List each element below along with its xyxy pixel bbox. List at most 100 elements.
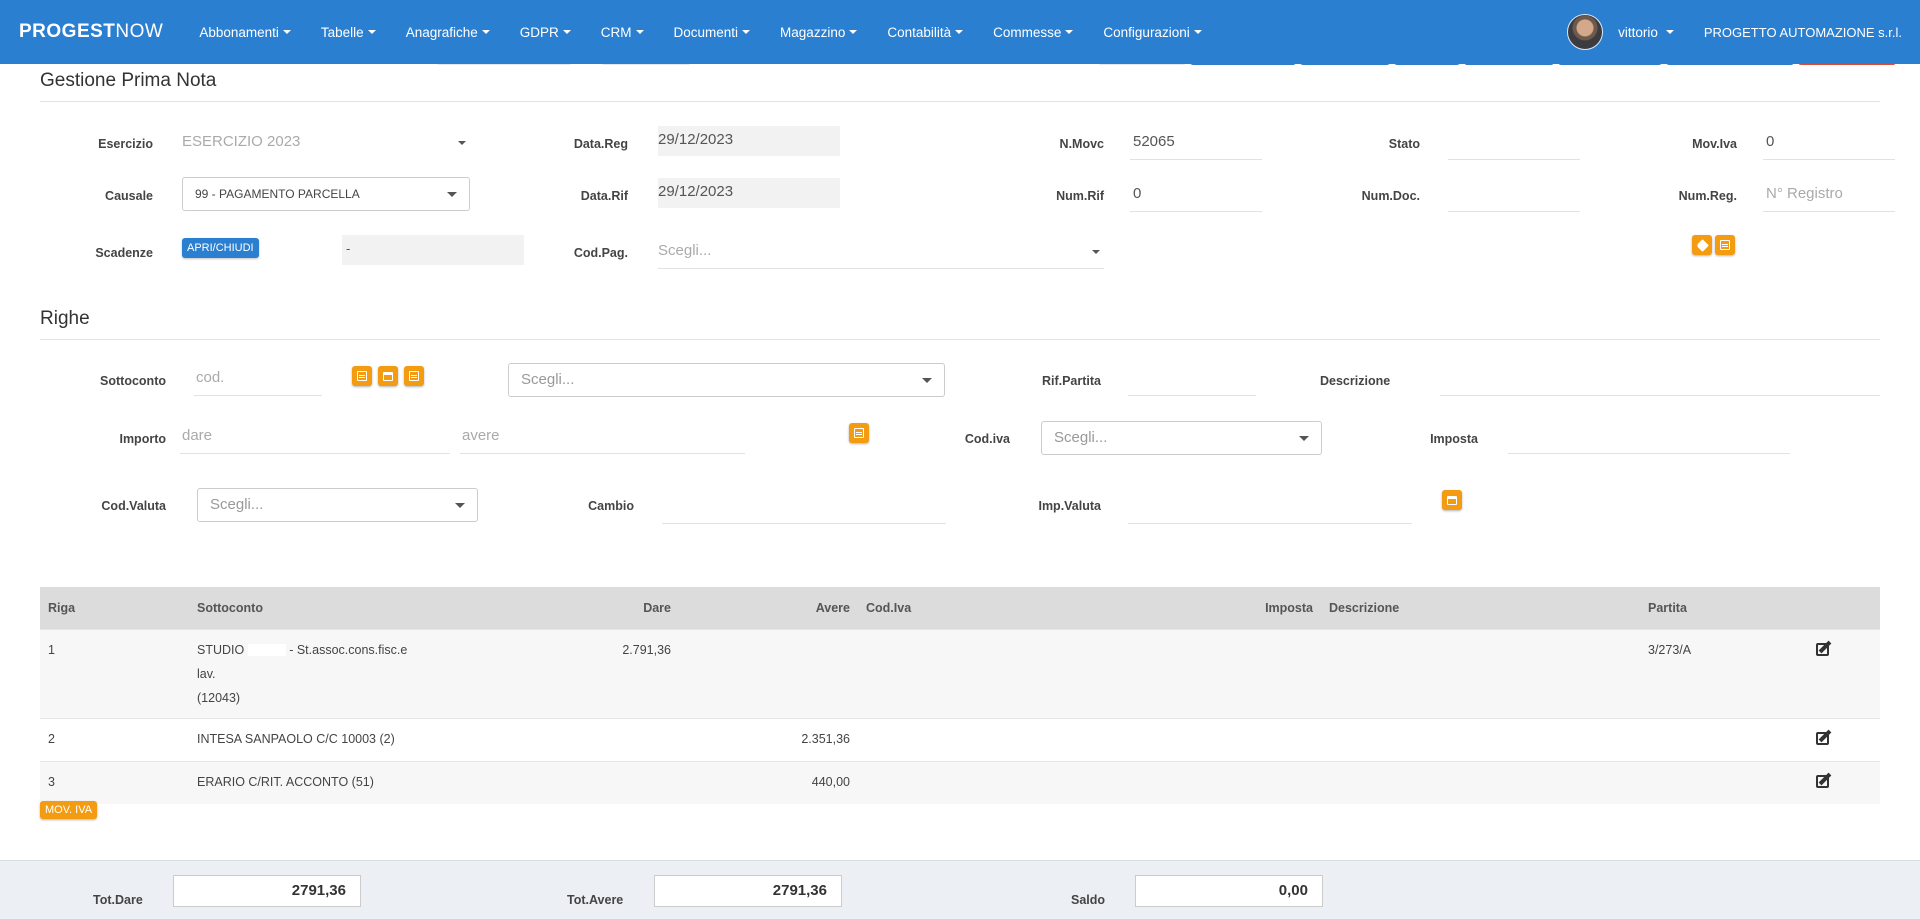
col-avere[interactable]: Avere	[679, 587, 858, 629]
numreg-field[interactable]: N° Registro	[1763, 180, 1895, 212]
stato-field[interactable]	[1448, 128, 1580, 160]
datareg-label: Data.Reg	[573, 137, 628, 151]
descrizione-label: Descrizione	[1320, 374, 1391, 388]
menu-abbonamenti[interactable]: Abbonamenti	[184, 0, 306, 64]
calendar-icon	[383, 371, 393, 381]
col-codiva[interactable]: Cod.Iva	[858, 587, 938, 629]
numdoc-field[interactable]	[1448, 180, 1580, 212]
sottoconto-select[interactable]: Scegli...	[508, 363, 945, 397]
codpag-placeholder: Scegli...	[658, 242, 712, 259]
codpag-select[interactable]: Scegli...	[658, 237, 1104, 269]
tot-avere-label: Tot.Avere	[567, 893, 624, 907]
caret-down-icon	[282, 30, 291, 34]
document-icon	[409, 371, 419, 381]
list-button[interactable]	[352, 366, 372, 386]
menu-documenti[interactable]: Documenti	[659, 0, 766, 64]
table-row[interactable]: 2 INTESA SANPAOLO C/C 10003 (2) 2.351,36	[40, 717, 1880, 761]
avere-field[interactable]: avere	[460, 422, 745, 454]
menu-crm[interactable]: CRM	[586, 0, 659, 64]
menu-magazzino[interactable]: Magazzino	[765, 0, 872, 64]
user-menu[interactable]: vittorio	[1618, 25, 1674, 40]
menu-configurazioni[interactable]: Configurazioni	[1088, 0, 1216, 64]
causale-select[interactable]: 99 - PAGAMENTO PARCELLA	[182, 177, 470, 211]
col-sottoconto[interactable]: Sottoconto	[189, 587, 429, 629]
col-actions	[1808, 587, 1880, 629]
cell-partita: 3/273/A	[1640, 628, 1808, 718]
brand-logo[interactable]: PROGESTNOW	[19, 21, 163, 43]
cell-imposta	[938, 628, 1321, 718]
navbar-right: vittorio PROGETTO AUTOMAZIONE s.r.l.	[1567, 0, 1920, 64]
apri-chiudi-button[interactable]: APRI/CHIUDI	[182, 238, 259, 258]
dare-field[interactable]: dare	[180, 422, 450, 454]
moviva-field[interactable]: 0	[1763, 128, 1895, 160]
mov-iva-button[interactable]: MOV. IVA	[40, 801, 98, 819]
cell-partita	[1640, 717, 1808, 761]
menu-label: Magazzino	[780, 24, 846, 40]
menu-commesse[interactable]: Commesse	[978, 0, 1088, 64]
caret-down-icon	[562, 30, 571, 34]
cell-imposta	[938, 717, 1321, 761]
esercizio-select[interactable]: ESERCIZIO 2023	[182, 128, 470, 160]
brand-bold: PROGEST	[19, 21, 116, 42]
calendar-button[interactable]	[1442, 490, 1462, 510]
datarif-field[interactable]: 29/12/2023	[658, 178, 840, 208]
calendar-button[interactable]	[378, 366, 398, 386]
caret-down-icon	[922, 378, 932, 383]
impvaluta-field[interactable]	[1128, 492, 1412, 524]
cell-descrizione	[1321, 628, 1640, 718]
saldo-field[interactable]: 0,00	[1135, 875, 1323, 907]
col-imposta[interactable]: Imposta	[938, 587, 1321, 629]
edit-icon[interactable]	[1816, 772, 1834, 788]
imposta-label: Imposta	[1430, 432, 1478, 446]
menu-gdpr[interactable]: GDPR	[505, 0, 586, 64]
col-partita[interactable]: Partita	[1640, 587, 1808, 629]
col-descrizione[interactable]: Descrizione	[1321, 587, 1640, 629]
menu-contabilita[interactable]: Contabilità	[872, 0, 978, 64]
menu-tabelle[interactable]: Tabelle	[306, 0, 391, 64]
menu-label: Commesse	[993, 24, 1062, 40]
numrif-field[interactable]: 0	[1130, 180, 1262, 212]
document-button[interactable]	[404, 366, 424, 386]
cell-sottoconto: INTESA SANPAOLO C/C 10003 (2)	[189, 717, 429, 761]
imposta-field[interactable]	[1508, 422, 1790, 454]
calc-button[interactable]	[849, 423, 869, 443]
codiva-placeholder: Scegli...	[1054, 429, 1108, 446]
caret-down-icon	[1299, 436, 1309, 441]
menu-anagrafiche[interactable]: Anagrafiche	[391, 0, 505, 64]
impvaluta-label: Imp.Valuta	[1038, 499, 1101, 513]
tot-avere-field[interactable]: 2791,36	[654, 875, 842, 907]
menu-label: CRM	[600, 24, 632, 40]
col-riga[interactable]: Riga	[40, 587, 189, 629]
cell-descrizione	[1321, 760, 1640, 804]
datareg-field[interactable]: 29/12/2023	[658, 126, 840, 156]
tag-button[interactable]	[1692, 235, 1712, 255]
cambio-field[interactable]	[662, 492, 946, 524]
copy-button[interactable]	[1715, 235, 1735, 255]
cell-actions	[1808, 760, 1880, 804]
caret-down-icon	[742, 30, 751, 34]
avatar[interactable]	[1567, 14, 1604, 50]
edit-icon[interactable]	[1816, 640, 1834, 656]
esercizio-label: Esercizio	[98, 137, 153, 151]
caret-down-icon	[481, 30, 490, 34]
codiva-select[interactable]: Scegli...	[1041, 421, 1322, 455]
caret-down-icon	[1092, 250, 1100, 254]
scadenze-field[interactable]: -	[342, 235, 524, 265]
sottoconto-code-field[interactable]: cod.	[194, 364, 322, 396]
descrizione-field[interactable]	[1440, 364, 1880, 396]
datarif-label: Data.Rif	[580, 189, 628, 203]
nmovc-field[interactable]: 52065	[1130, 128, 1262, 160]
list-icon	[357, 371, 367, 381]
menu-label: GDPR	[519, 24, 559, 40]
menu-label: Abbonamenti	[199, 24, 279, 40]
table-row[interactable]: 3 ERARIO C/RIT. ACCONTO (51) 440,00	[40, 760, 1880, 804]
menu-label: Anagrafiche	[405, 24, 478, 40]
cell-avere	[679, 628, 858, 718]
codvaluta-select[interactable]: Scegli...	[197, 488, 478, 522]
tot-dare-field[interactable]: 2791,36	[173, 875, 361, 907]
col-dare[interactable]: Dare	[429, 587, 679, 629]
caret-down-icon	[635, 30, 644, 34]
table-row[interactable]: 1 STUDIO - St.assoc.cons.fisc.e lav. (12…	[40, 628, 1880, 718]
edit-icon[interactable]	[1816, 729, 1834, 745]
rifpartita-field[interactable]	[1128, 364, 1256, 396]
